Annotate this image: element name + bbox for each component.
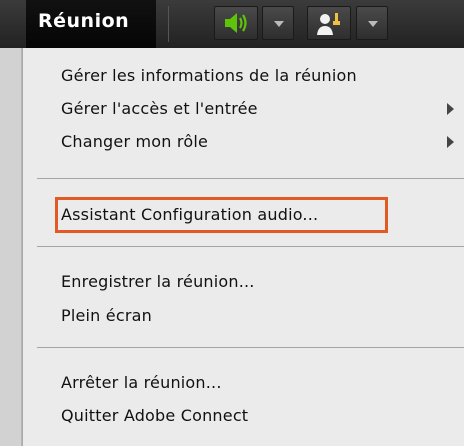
menu-reunion[interactable]: Réunion (26, 0, 156, 48)
menu-item-assistant-audio[interactable]: Assistant Configuration audio... (61, 205, 318, 224)
menu-divider (37, 178, 464, 179)
raise-hand-icon (317, 13, 340, 35)
submenu-arrow-icon (447, 103, 454, 115)
menu-item-gerer-acces[interactable]: Gérer l'accès et l'entrée (61, 99, 258, 118)
top-toolbar: Réunion (0, 0, 464, 49)
background-panel-edge (0, 48, 22, 446)
toolbar-divider (168, 6, 169, 42)
app-screen: Réunion Gérer les informations de la réu… (0, 0, 464, 446)
menu-item-enregistrer[interactable]: Enregistrer la réunion... (61, 272, 255, 291)
submenu-arrow-icon (447, 136, 454, 148)
menu-item-plein-ecran[interactable]: Plein écran (61, 306, 152, 325)
status-dropdown-caret[interactable] (356, 6, 388, 40)
status-button[interactable] (307, 6, 351, 40)
menu-divider (37, 246, 464, 247)
menu-item-quitter[interactable]: Quitter Adobe Connect (61, 406, 248, 425)
speaker-button[interactable] (214, 6, 258, 40)
speaker-icon (225, 13, 247, 33)
speaker-dropdown-caret[interactable] (262, 6, 294, 40)
menu-item-arreter-reunion[interactable]: Arrêter la réunion... (61, 373, 222, 392)
menu-divider (37, 347, 464, 348)
reunion-dropdown-menu: Gérer les informations de la réunion Gér… (22, 48, 464, 446)
menu-item-changer-role[interactable]: Changer mon rôle (61, 132, 208, 151)
menu-item-gerer-informations[interactable]: Gérer les informations de la réunion (61, 66, 357, 85)
